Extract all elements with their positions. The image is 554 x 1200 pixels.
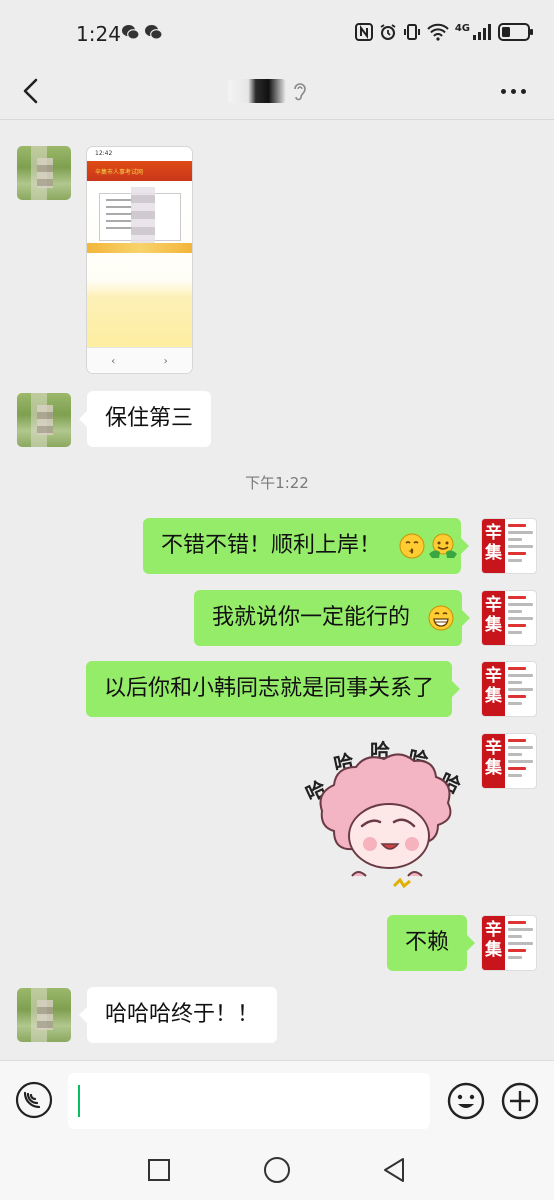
back-icon [23,78,38,104]
status-bar: 1:24 4G [0,0,554,66]
message-timestamp: 下午1:22 [245,474,309,492]
wechat-notification-icon [145,24,163,40]
contact-name [228,78,308,104]
contact-avatar[interactable] [17,988,71,1042]
network-type-label: 4G [454,22,470,34]
image-site-header: 辛集市人事考试网 [87,161,192,181]
my-avatar[interactable]: 辛集 [481,733,537,789]
back-button[interactable] [14,74,48,108]
image-redacted-area [131,187,155,247]
message-bubble-received[interactable]: 保住第三 [78,391,212,447]
notification-icons [121,24,163,41]
sticker-message[interactable]: 哈 哈 哈 哈 哈 [302,736,474,896]
vibrate-icon [403,24,420,40]
kissing-emoji-icon [399,533,425,559]
avatar-poster-text: 辛集 [482,591,505,645]
avatar-poster-text: 辛集 [482,916,505,970]
my-avatar[interactable]: 辛集 [481,518,537,574]
more-functions-button[interactable] [500,1081,540,1121]
contact-avatar[interactable] [17,393,71,447]
avatar-poster-text: 辛集 [482,519,505,573]
home-button[interactable] [263,1156,291,1184]
message-bubble-sent[interactable]: 不赖 [387,915,476,971]
square-nav-icon [148,1159,170,1181]
chat-header [0,62,554,120]
more-icon [520,88,526,94]
my-avatar[interactable]: 辛集 [481,915,537,971]
message-bubble-sent[interactable]: 我就说你一定能行的 [194,590,471,646]
recents-button[interactable] [145,1156,173,1184]
voice-button[interactable] [15,1081,53,1119]
earpiece-mode-icon [292,81,308,101]
image-body [87,181,192,347]
input-bar [0,1060,554,1140]
message-bubble-received[interactable]: 哈哈哈终于！！ [78,987,278,1043]
laughing-sheep-sticker: 哈 哈 哈 哈 哈 [302,739,465,889]
wechat-notification-icon [122,24,140,40]
hug-emoji-icon [429,533,457,558]
circle-nav-icon [264,1157,290,1183]
system-back-button[interactable] [380,1156,408,1184]
message-text: 我就说你一定能行的 [212,605,411,630]
status-time: 1:24 [76,22,121,46]
text-caret [78,1085,80,1117]
avatar-poster-text: 辛集 [482,734,505,788]
more-button[interactable] [498,78,528,104]
message-input[interactable] [68,1073,430,1129]
alarm-icon [380,24,396,40]
my-avatar[interactable]: 辛集 [481,590,537,646]
battery-icon [498,23,533,41]
more-icon [500,88,506,94]
contact-name-redacted [228,79,286,103]
emoji-button[interactable] [446,1081,486,1121]
plus-icon [501,1082,539,1120]
message-bubble-sent[interactable]: 以后你和小韩同志就是同事关系了 [86,661,461,717]
image-status-bar: 12:42 [95,150,113,157]
image-browser-nav: ‹ › [87,347,192,373]
triangle-back-nav-icon [384,1158,404,1182]
more-icon [510,88,516,94]
avatar-poster-text: 辛集 [482,662,505,716]
wifi-icon [427,23,449,41]
contact-avatar[interactable] [17,146,71,200]
grinning-emoji-icon [428,605,454,631]
image-message[interactable]: 12:42 辛集市人事考试网 ‹ › [86,146,193,374]
emoji-icon [447,1082,485,1120]
signal-icon [473,24,491,40]
image-banner [87,243,192,253]
system-status-icons: 4G [354,22,534,42]
message-text: 不错不错！顺利上岸！ [161,533,382,558]
system-navigation-bar [0,1140,554,1200]
voice-icon [15,1081,53,1119]
nfc-icon [354,23,373,41]
my-avatar[interactable]: 辛集 [481,661,537,717]
